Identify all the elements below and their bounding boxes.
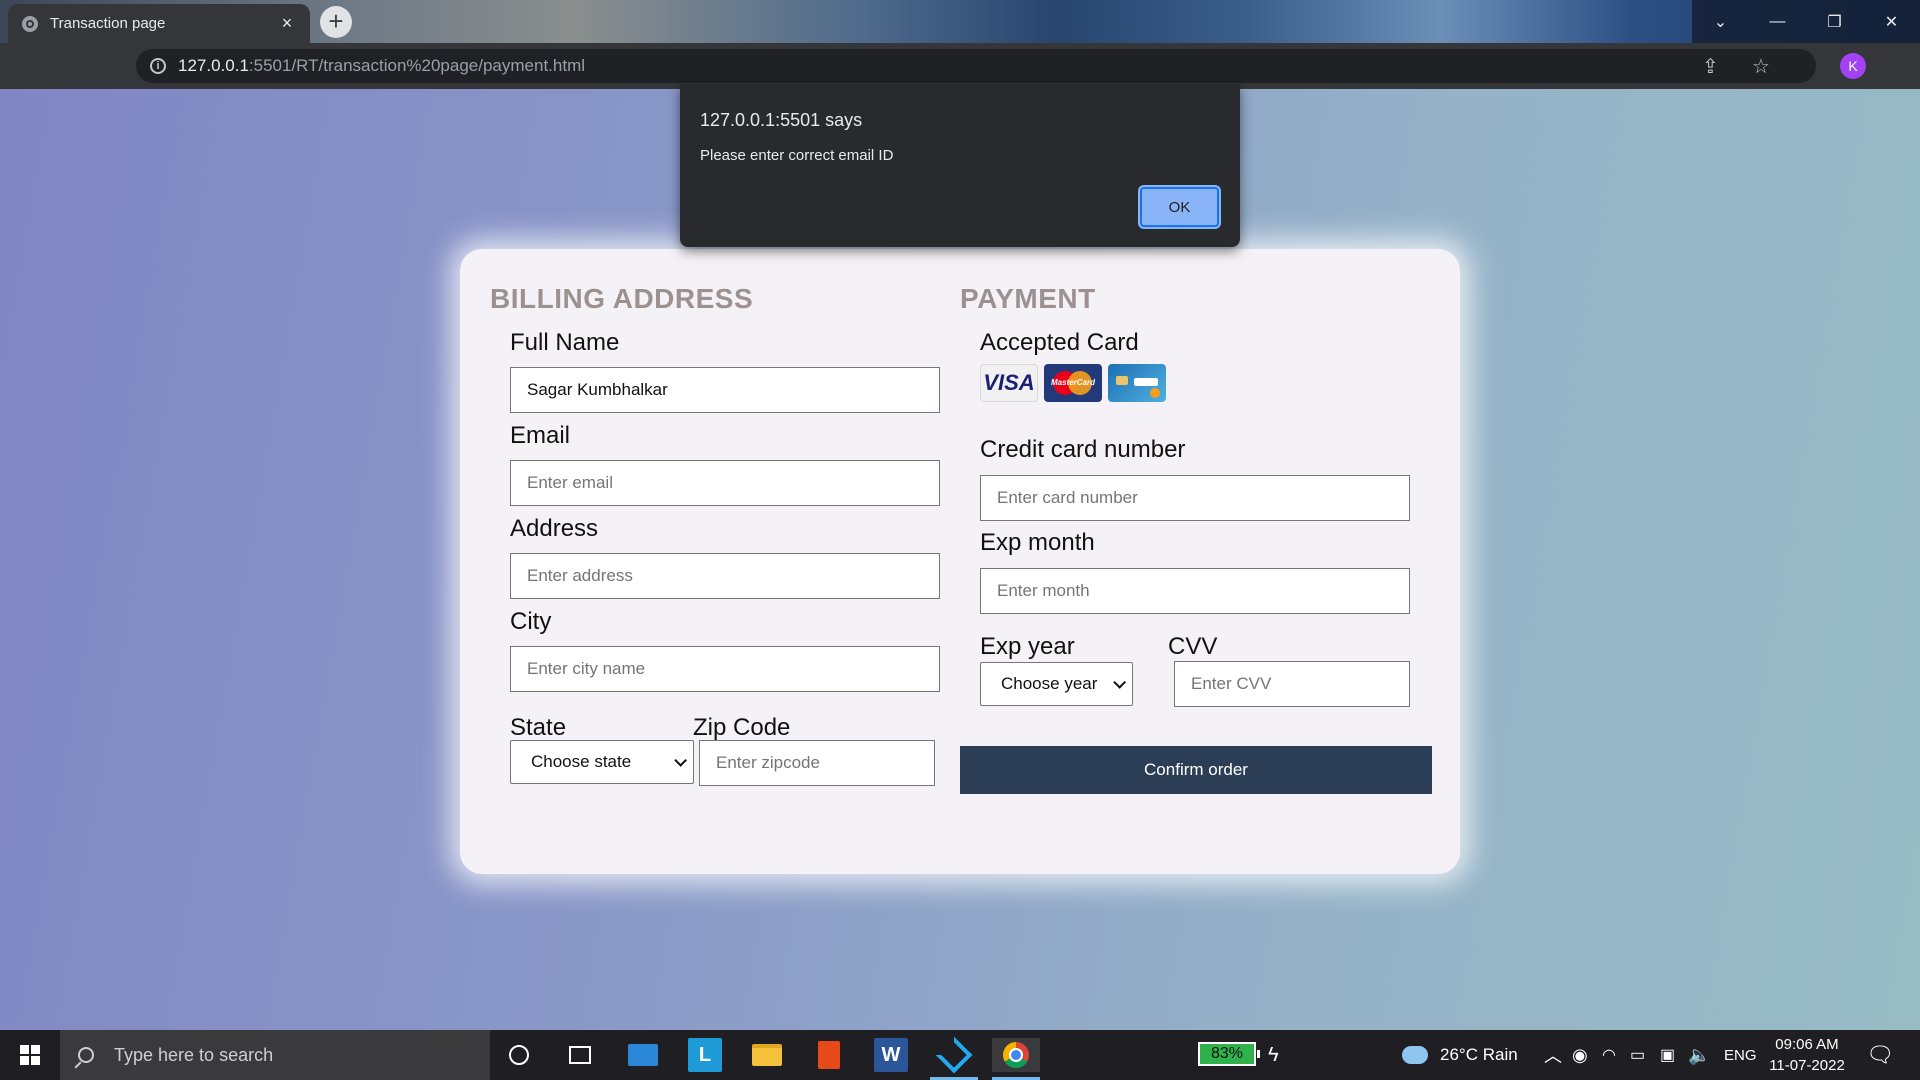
office-icon[interactable] [812,1038,846,1072]
state-label: State [510,714,567,741]
minimize-icon[interactable]: — [1749,0,1806,43]
state-select-value: Choose state [531,752,632,771]
browser-titlebar: Transaction page × + ⌄ — ❐ ✕ [0,0,1920,43]
file-explorer-icon[interactable] [750,1038,784,1072]
site-info-icon[interactable]: i [150,58,166,74]
chevron-down-icon [1113,675,1126,689]
checkout-card: BILLING ADDRESS Full Name Sagar Kumbhalk… [460,249,1460,874]
task-view-icon[interactable] [563,1038,597,1072]
windows-logo-icon [20,1045,40,1065]
charging-icon: ϟ [1268,1043,1279,1066]
billing-title: BILLING ADDRESS [490,283,754,314]
restore-icon[interactable]: ❐ [1806,0,1863,43]
meet-icon[interactable]: ▣ [1660,1030,1675,1080]
full-name-input[interactable]: Sagar Kumbhalkar [510,367,940,413]
notification-center-icon[interactable]: 🗨 [1866,1030,1894,1080]
card-number-label: Credit card number [980,436,1186,463]
search-icon [78,1047,94,1063]
mail-icon[interactable] [626,1038,660,1072]
card-number-input[interactable]: Enter card number [980,475,1410,521]
zip-input[interactable]: Enter zipcode [699,740,935,786]
mastercard-icon: MasterCard [1044,364,1102,402]
city-label: City [510,608,552,635]
address-bar[interactable]: i 127.0.0.1:5501/RT/transaction%20page/p… [136,49,1816,83]
exp-month-label: Exp month [980,529,1095,556]
battery-indicator[interactable]: 83% [1198,1042,1260,1066]
browser-toolbar: i 127.0.0.1:5501/RT/transaction%20page/p… [0,43,1920,89]
alert-dialog: 127.0.0.1:5501 says Please enter correct… [680,84,1240,247]
language-indicator[interactable]: ENG [1724,1030,1757,1080]
rain-cloud-icon [1402,1046,1428,1064]
payment-title: PAYMENT [960,283,1096,314]
share-icon[interactable]: ⇪ [1702,54,1719,79]
exp-year-select[interactable]: Choose year [980,662,1133,706]
visa-card-icon: VISA [980,364,1038,402]
chevron-down-icon [674,753,687,767]
dialog-title: 127.0.0.1:5501 says [700,110,863,130]
show-hidden-icons-icon[interactable]: ︿ [1544,1030,1562,1080]
battery-tray-icon[interactable]: ▭ [1630,1030,1645,1080]
city-input[interactable]: Enter city name [510,646,940,692]
cvv-label: CVV [1168,633,1218,660]
tab-close-icon[interactable]: × [278,13,296,34]
weather-text: 26°C Rain [1440,1045,1518,1064]
exp-year-label: Exp year [980,633,1075,660]
taskbar-search-placeholder: Type here to search [114,1044,274,1065]
location-icon[interactable]: ◉ [1572,1030,1588,1080]
clock-date: 11-07-2022 [1769,1057,1845,1074]
wifi-icon[interactable]: ◠ [1602,1030,1616,1080]
new-tab-button[interactable]: + [320,6,352,38]
state-select[interactable]: Choose state [510,740,694,784]
email-label: Email [510,422,571,449]
accepted-cards: VISA MasterCard [980,364,1166,402]
address-label: Address [510,515,599,542]
url-host: 127.0.0.1 [178,56,249,75]
credit-card-icon [1108,364,1166,402]
full-name-label: Full Name [510,329,620,356]
address-input[interactable]: Enter address [510,553,940,599]
dialog-ok-button[interactable]: OK [1140,187,1219,227]
browser-tab[interactable]: Transaction page × [8,4,310,43]
accepted-card-label: Accepted Card [980,329,1139,356]
system-clock[interactable]: 09:06 AM 11-07-2022 [1762,1034,1852,1076]
cvv-input[interactable]: Enter CVV [1174,661,1410,707]
close-window-icon[interactable]: ✕ [1863,0,1920,43]
dialog-message: Please enter correct email ID [700,147,894,164]
window-controls: ⌄ — ❐ ✕ [1692,0,1920,43]
tab-search-icon[interactable]: ⌄ [1692,0,1749,43]
volume-icon[interactable]: 🔈 [1688,1030,1710,1080]
bookmark-star-icon[interactable]: ☆ [1752,54,1770,79]
chrome-icon[interactable] [992,1038,1040,1072]
email-input[interactable]: Enter email [510,460,940,506]
cortana-icon[interactable] [502,1038,536,1072]
weather-widget[interactable]: 26°C Rain [1402,1030,1518,1080]
word-icon[interactable]: W [874,1038,908,1072]
vscode-icon[interactable] [935,1036,973,1074]
exp-year-select-value: Choose year [1001,674,1098,693]
url-path: :5501/RT/transaction%20page/payment.html [248,56,586,75]
taskbar-search-box[interactable]: Type here to search [60,1030,490,1080]
zip-label: Zip Code [693,714,791,741]
profile-avatar[interactable]: K [1840,53,1866,79]
clock-time: 09:06 AM [1775,1036,1839,1053]
exp-month-input[interactable]: Enter month [980,568,1410,614]
start-button[interactable] [0,1030,60,1080]
globe-icon [22,15,38,32]
windows-taskbar: Type here to search L W 83% ϟ 26°C Rain … [0,1030,1920,1080]
confirm-order-button[interactable]: Confirm order [960,746,1432,794]
l-app-icon[interactable]: L [688,1038,722,1072]
tab-title: Transaction page [50,15,166,32]
